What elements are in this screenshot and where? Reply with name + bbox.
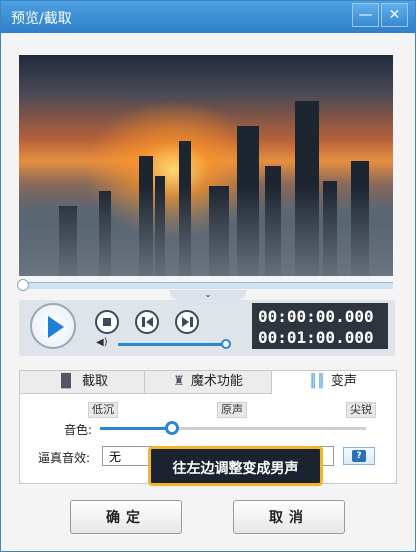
tone-label: 音色: xyxy=(64,423,93,437)
scale-high-label: 尖锐 xyxy=(346,402,376,418)
play-button[interactable] xyxy=(30,303,76,349)
title-bar: 预览/截取 — ✕ xyxy=(1,1,415,33)
film-icon: ▐▌ xyxy=(55,374,76,389)
progress-knob[interactable] xyxy=(17,279,29,291)
help-button[interactable]: ? xyxy=(343,447,375,465)
play-icon xyxy=(48,316,64,338)
tab-label: 截取 xyxy=(81,374,108,389)
speaker-icon: ◀) xyxy=(96,337,108,348)
magic-hat-icon: ♜ xyxy=(173,374,185,389)
tone-slider-knob[interactable] xyxy=(165,421,179,435)
stop-button[interactable] xyxy=(95,310,119,334)
collapse-toggle[interactable]: ⌄ xyxy=(170,290,246,300)
scale-mid-label: 原声 xyxy=(217,402,247,418)
close-button[interactable]: ✕ xyxy=(381,3,408,27)
total-time: 00:01:00.000 xyxy=(258,328,374,347)
tab-label: 变声 xyxy=(330,374,357,389)
tab-voice-change[interactable]: ║║ 变声 xyxy=(272,371,394,393)
current-time: 00:00:00.000 xyxy=(258,307,374,326)
video-preview xyxy=(19,55,393,276)
hint-tooltip: 往左边调整变成男声 xyxy=(148,446,323,486)
minimize-button[interactable]: — xyxy=(352,3,379,27)
stop-icon xyxy=(103,318,111,326)
next-frame-button[interactable] xyxy=(175,310,199,334)
step-forward-icon xyxy=(182,317,189,327)
help-icon: ? xyxy=(352,450,366,462)
cancel-button[interactable]: 取消 xyxy=(233,500,345,534)
tab-magic[interactable]: ♜ 魔术功能 xyxy=(145,371,272,394)
tone-slider-fill xyxy=(100,427,172,430)
window-title: 预览/截取 xyxy=(11,11,72,27)
volume-slider[interactable] xyxy=(118,343,226,346)
volume-knob[interactable] xyxy=(221,339,231,349)
previous-frame-button[interactable] xyxy=(135,310,159,334)
tab-trim[interactable]: ▐▌ 截取 xyxy=(20,371,145,394)
ok-button[interactable]: 确定 xyxy=(70,500,182,534)
step-back-icon xyxy=(146,317,153,327)
sound-wave-icon: ║║ xyxy=(309,374,325,389)
playback-progress-bar[interactable] xyxy=(17,279,393,291)
scale-low-label: 低沉 xyxy=(88,402,118,418)
time-display: 00:00:00.000 00:01:00.000 xyxy=(252,303,388,349)
tab-label: 魔术功能 xyxy=(190,374,243,389)
effect-label: 逼真音效: xyxy=(38,451,91,465)
